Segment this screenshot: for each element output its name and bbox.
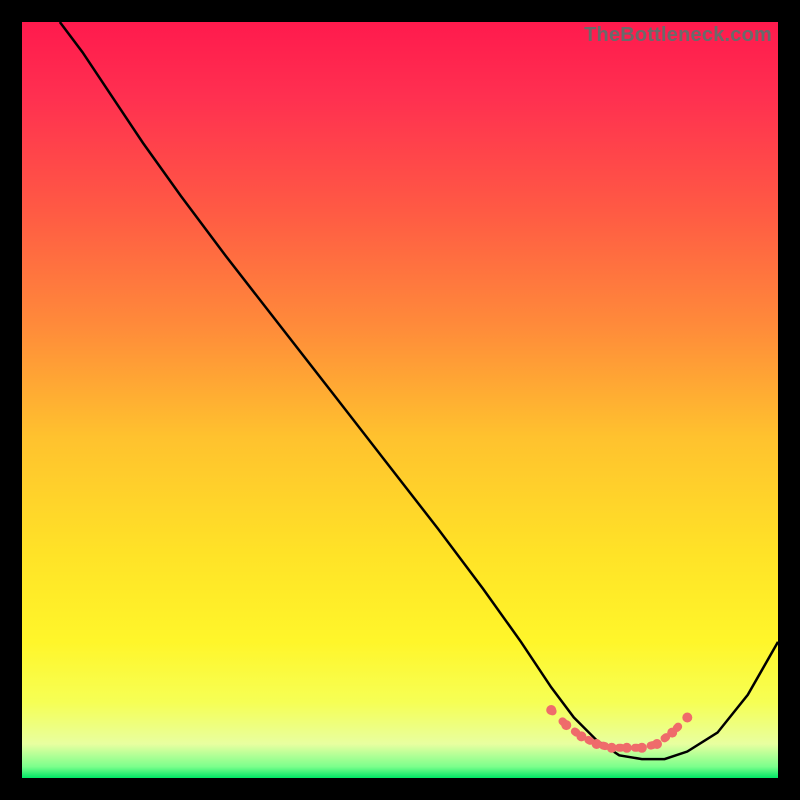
chart-svg	[22, 22, 778, 778]
chart-frame: TheBottleneck.com	[22, 22, 778, 778]
gradient-background	[22, 22, 778, 778]
watermark-text: TheBottleneck.com	[584, 24, 772, 47]
